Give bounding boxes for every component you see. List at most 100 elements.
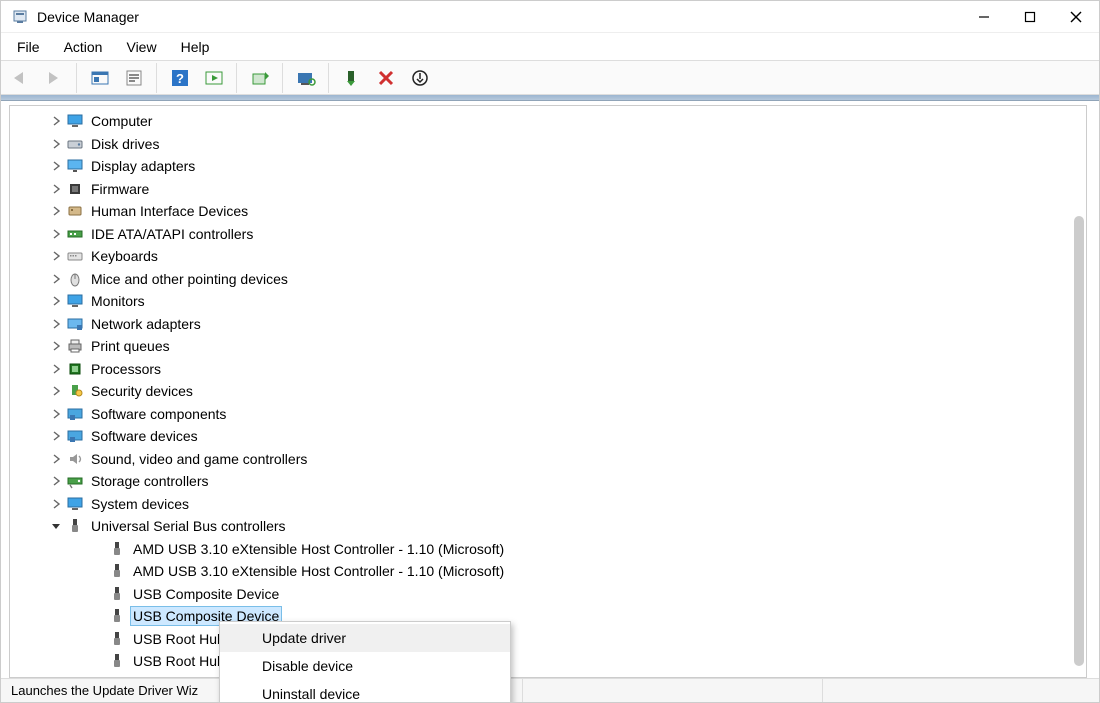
- tree-category[interactable]: Firmware: [10, 178, 1086, 201]
- chevron-right-icon[interactable]: [50, 228, 62, 240]
- tree-category[interactable]: Computer: [10, 110, 1086, 133]
- chevron-right-icon[interactable]: [50, 273, 62, 285]
- chevron-right-icon[interactable]: [50, 318, 62, 330]
- tree-category[interactable]: Universal Serial Bus controllers: [10, 515, 1086, 538]
- context-menu-item[interactable]: Update driver: [220, 624, 510, 652]
- tree-category[interactable]: Display adapters: [10, 155, 1086, 178]
- tree-category[interactable]: Disk drives: [10, 133, 1086, 156]
- tree-device-label: AMD USB 3.10 eXtensible Host Controller …: [131, 540, 506, 558]
- scrollbar[interactable]: [1074, 216, 1084, 666]
- close-button[interactable]: [1053, 1, 1099, 33]
- menu-action[interactable]: Action: [52, 35, 115, 59]
- forward-button[interactable]: [37, 63, 71, 93]
- chevron-down-icon[interactable]: [50, 520, 62, 532]
- context-menu-item[interactable]: Disable device: [220, 652, 510, 680]
- tree-category[interactable]: Software devices: [10, 425, 1086, 448]
- toolbar-icon-a[interactable]: [197, 63, 231, 93]
- tree-category[interactable]: Print queues: [10, 335, 1086, 358]
- no-arrow: [92, 543, 104, 555]
- context-menu-item[interactable]: Uninstall device: [220, 680, 510, 703]
- chevron-right-icon[interactable]: [50, 250, 62, 262]
- display-icon: [66, 157, 84, 175]
- no-arrow: [92, 588, 104, 600]
- monitor-icon: [66, 495, 84, 513]
- mouse-icon: [66, 270, 84, 288]
- tree-category[interactable]: Keyboards: [10, 245, 1086, 268]
- tree-category-label: Monitors: [89, 292, 147, 310]
- show-hide-tree-button[interactable]: [83, 63, 117, 93]
- tree-category[interactable]: Mice and other pointing devices: [10, 268, 1086, 291]
- storage-icon: [66, 472, 84, 490]
- disable-device-button[interactable]: [403, 63, 437, 93]
- tree-category[interactable]: IDE ATA/ATAPI controllers: [10, 223, 1086, 246]
- tree-category-label: Human Interface Devices: [89, 202, 250, 220]
- tree-category-label: Computer: [89, 112, 154, 130]
- tree-device[interactable]: USB Composite Device: [10, 583, 1086, 606]
- menu-file[interactable]: File: [5, 35, 52, 59]
- tree-category[interactable]: Human Interface Devices: [10, 200, 1086, 223]
- chevron-right-icon[interactable]: [50, 115, 62, 127]
- chevron-right-icon[interactable]: [50, 205, 62, 217]
- chevron-right-icon[interactable]: [50, 453, 62, 465]
- maximize-button[interactable]: [1007, 1, 1053, 33]
- minimize-button[interactable]: [961, 1, 1007, 33]
- tree-device[interactable]: AMD USB 3.10 eXtensible Host Controller …: [10, 538, 1086, 561]
- chevron-right-icon[interactable]: [50, 408, 62, 420]
- no-arrow: [92, 633, 104, 645]
- tree-device[interactable]: USB Root Hub (U: [10, 650, 1086, 673]
- keyboard-icon: [66, 247, 84, 265]
- ide-icon: [66, 225, 84, 243]
- help-button[interactable]: ?: [163, 63, 197, 93]
- scan-hardware-button[interactable]: [289, 63, 323, 93]
- no-arrow: [92, 610, 104, 622]
- statusbar: Launches the Update Driver Wiz: [1, 678, 1099, 702]
- usb-icon: [108, 630, 126, 648]
- menu-help[interactable]: Help: [169, 35, 222, 59]
- tree-category-label: Software components: [89, 405, 228, 423]
- chevron-right-icon[interactable]: [50, 430, 62, 442]
- device-tree[interactable]: Computer Disk drivesDisplay adaptersFirmw…: [10, 106, 1086, 677]
- menu-view[interactable]: View: [114, 35, 168, 59]
- chip-icon: [66, 180, 84, 198]
- tree-category-label: Keyboards: [89, 247, 160, 265]
- chevron-right-icon[interactable]: [50, 498, 62, 510]
- chevron-right-icon[interactable]: [50, 385, 62, 397]
- printer-icon: [66, 337, 84, 355]
- properties-button[interactable]: [117, 63, 151, 93]
- enable-device-button[interactable]: [335, 63, 369, 93]
- update-driver-button[interactable]: [243, 63, 277, 93]
- tree-category[interactable]: Monitors: [10, 290, 1086, 313]
- window-title: Device Manager: [37, 9, 961, 25]
- uninstall-device-button[interactable]: [369, 63, 403, 93]
- tree-category-label: Sound, video and game controllers: [89, 450, 309, 468]
- tree-device-label: AMD USB 3.10 eXtensible Host Controller …: [131, 562, 506, 580]
- tree-category[interactable]: Processors: [10, 358, 1086, 381]
- status-cell-3: [823, 679, 1093, 702]
- tree-category[interactable]: System devices: [10, 493, 1086, 516]
- tree-device[interactable]: USB Composite Device: [10, 605, 1086, 628]
- tree-category-label: Print queues: [89, 337, 172, 355]
- chevron-right-icon[interactable]: [50, 340, 62, 352]
- tree-category[interactable]: Security devices: [10, 380, 1086, 403]
- tree-device[interactable]: USB Root Hub (U: [10, 628, 1086, 651]
- usb-icon: [108, 607, 126, 625]
- chevron-right-icon[interactable]: [50, 363, 62, 375]
- tree-category[interactable]: Storage controllers: [10, 470, 1086, 493]
- chevron-right-icon[interactable]: [50, 295, 62, 307]
- chevron-right-icon[interactable]: [50, 475, 62, 487]
- tree-category[interactable]: Sound, video and game controllers: [10, 448, 1086, 471]
- titlebar: Device Manager: [1, 1, 1099, 33]
- tree-device[interactable]: AMD USB 3.10 eXtensible Host Controller …: [10, 560, 1086, 583]
- cpu-icon: [66, 360, 84, 378]
- chevron-right-icon[interactable]: [50, 183, 62, 195]
- usb-icon: [108, 562, 126, 580]
- tree-category[interactable]: Software components: [10, 403, 1086, 426]
- tree-category-label: Network adapters: [89, 315, 203, 333]
- chevron-right-icon[interactable]: [50, 138, 62, 150]
- back-button[interactable]: [3, 63, 37, 93]
- tree-category-label: Mice and other pointing devices: [89, 270, 290, 288]
- chevron-right-icon[interactable]: [50, 160, 62, 172]
- status-cell-2: [523, 679, 823, 702]
- tree-category-label: Software devices: [89, 427, 200, 445]
- tree-category[interactable]: Network adapters: [10, 313, 1086, 336]
